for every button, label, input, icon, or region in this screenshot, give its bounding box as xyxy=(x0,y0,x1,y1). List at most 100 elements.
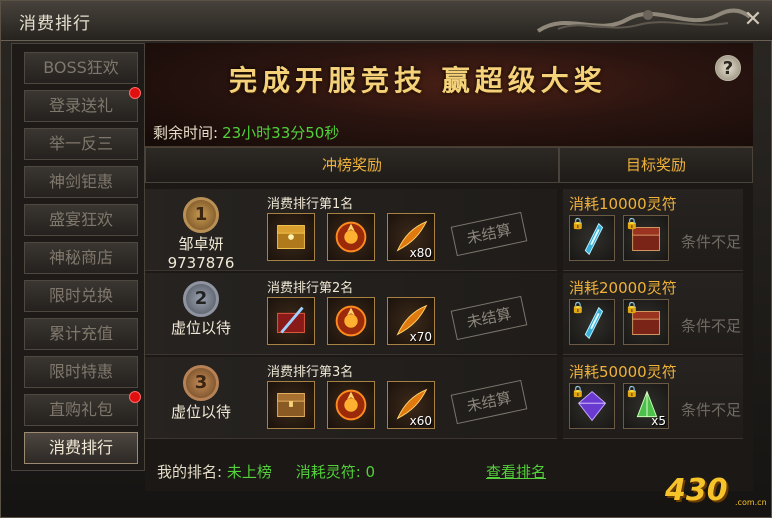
my-rank-label: 我的排名: xyxy=(157,463,223,481)
reward-slot[interactable] xyxy=(267,297,315,345)
banner-title: 完成开服竞技 赢超级大奖 xyxy=(229,64,607,97)
spent-label: 消耗灵符: xyxy=(295,463,361,481)
unsettled-stamp: 未结算 xyxy=(450,211,528,257)
player-name: 虚位以待 xyxy=(155,403,247,422)
sidebar-item[interactable]: BOSS狂欢 xyxy=(24,52,138,84)
target-reward-slot[interactable]: 🔒 xyxy=(623,215,669,261)
sidebar-item-label: BOSS狂欢 xyxy=(43,58,119,77)
lock-icon: 🔒 xyxy=(571,301,585,314)
sidebar-item-label: 限时兑换 xyxy=(48,286,113,305)
player-name: 邹卓妍 9737876 xyxy=(155,235,247,273)
target-reward-slot[interactable]: 🔒 xyxy=(569,383,615,429)
sidebar-item[interactable]: 限时兑换 xyxy=(24,280,138,312)
unsettled-stamp: 未结算 xyxy=(450,379,528,425)
sidebar-item-label: 盛宴狂欢 xyxy=(48,210,113,229)
target-row: 消耗20000灵符 🔒 🔒 条件不足 xyxy=(563,273,743,355)
unsettled-stamp: 未结算 xyxy=(450,295,528,341)
condition-status: 条件不足 xyxy=(681,401,742,419)
lock-icon: 🔒 xyxy=(625,385,639,398)
sidebar-item-label: 限时特惠 xyxy=(48,362,113,381)
rank-medal-icon: 3 xyxy=(183,365,219,401)
target-title: 消耗10000灵符 xyxy=(569,195,677,213)
rank-row: 2 虚位以待 消费排行第2名 x70 未结算 xyxy=(145,273,557,355)
rank-rewards-list: 1 邹卓妍 9737876 消费排行第1名 x80 未结算 2 虚位以待 消费排行第2名 x70 未… xyxy=(145,183,559,453)
rank-row: 3 虚位以待 消费排行第3名 x60 未结算 xyxy=(145,357,557,439)
flame-orb-icon xyxy=(328,214,374,260)
countdown: 剩余时间: 23小时33分50秒 xyxy=(153,122,339,143)
countdown-value: 23小时33分50秒 xyxy=(222,124,340,142)
sidebar-item[interactable]: 举一反三 xyxy=(24,128,138,160)
reward-slot[interactable]: x60 xyxy=(387,381,435,429)
player-name-line2: 9737876 xyxy=(167,254,235,272)
reward-slot[interactable]: x80 xyxy=(387,213,435,261)
sidebar-item[interactable]: 限时特惠 xyxy=(24,356,138,388)
target-reward-slot[interactable]: 🔒 xyxy=(569,299,615,345)
lock-icon: 🔒 xyxy=(625,217,639,230)
help-button[interactable]: ? xyxy=(715,55,741,81)
rank-place-label: 消费排行第1名 xyxy=(267,197,354,212)
reward-slot[interactable] xyxy=(267,381,315,429)
player-name: 虚位以待 xyxy=(155,319,247,338)
condition-status: 条件不足 xyxy=(681,233,742,251)
target-title: 消耗50000灵符 xyxy=(569,363,677,381)
main-panel: 完成开服竞技 赢超级大奖 ? 剩余时间: 23小时33分50秒 冲榜奖励 目标奖励… xyxy=(145,43,753,491)
player-name-line1: 邹卓妍 xyxy=(178,235,224,253)
dragon-ornament-icon xyxy=(536,8,752,33)
item-count: x70 xyxy=(409,330,432,344)
reward-slot[interactable] xyxy=(267,213,315,261)
reward-slot[interactable] xyxy=(327,381,375,429)
site-logo-sub: .com.cn xyxy=(735,498,767,507)
target-reward-slot[interactable]: 🔒 xyxy=(623,299,669,345)
sidebar-item-label: 举一反三 xyxy=(48,134,113,153)
sidebar-item[interactable]: 盛宴狂欢 xyxy=(24,204,138,236)
window-title: 消费排行 xyxy=(19,14,91,34)
notification-dot-icon xyxy=(129,87,141,99)
target-row: 消耗50000灵符 🔒 🔒 x5 条件不足 xyxy=(563,357,743,439)
sidebar-item[interactable]: 神剑钜惠 xyxy=(24,166,138,198)
event-banner: 完成开服竞技 赢超级大奖 ? 剩余时间: 23小时33分50秒 xyxy=(145,43,753,147)
target-title: 消耗20000灵符 xyxy=(569,279,677,297)
sidebar-item-label: 消费排行 xyxy=(48,438,113,457)
target-rewards-list: 消耗10000灵符 🔒 🔒 条件不足 消耗20000灵符 🔒 🔒 条件不足 消耗50000灵符 🔒… xyxy=(563,183,745,453)
player-name-line1: 虚位以待 xyxy=(170,403,231,421)
sidebar-item-label: 神秘商店 xyxy=(48,248,113,267)
item-count: x5 xyxy=(651,414,666,428)
reward-slot[interactable]: x70 xyxy=(387,297,435,345)
close-button[interactable]: ✕ xyxy=(739,7,767,35)
item-count: x60 xyxy=(409,414,432,428)
sidebar-item[interactable]: 直购礼包 xyxy=(24,391,141,426)
event-window: 消费排行 ✕ BOSS狂欢登录送礼举一反三神剑钜惠盛宴狂欢神秘商店限时兑换累计充… xyxy=(0,0,772,518)
target-row: 消耗10000灵符 🔒 🔒 条件不足 xyxy=(563,189,743,271)
rank-rewards-header: 冲榜奖励 xyxy=(145,147,559,183)
rank-row: 1 邹卓妍 9737876 消费排行第1名 x80 未结算 xyxy=(145,189,557,273)
view-ranking-link[interactable]: 查看排名 xyxy=(486,461,546,482)
my-rank-footer: 我的排名: 未上榜 消耗灵符: 0 xyxy=(157,461,375,482)
sidebar-item[interactable]: 消费排行 xyxy=(24,432,138,464)
sidebar: BOSS狂欢登录送礼举一反三神剑钜惠盛宴狂欢神秘商店限时兑换累计充值限时特惠直购… xyxy=(11,43,145,471)
sidebar-item[interactable]: 神秘商店 xyxy=(24,242,138,274)
gold-chest-icon xyxy=(268,214,314,260)
rank-medal-icon: 1 xyxy=(183,197,219,233)
site-logo: 430 xyxy=(665,473,728,508)
lock-icon: 🔒 xyxy=(571,385,585,398)
reward-slot[interactable] xyxy=(327,213,375,261)
lock-icon: 🔒 xyxy=(571,217,585,230)
target-rewards-header: 目标奖励 xyxy=(559,147,753,183)
sidebar-item[interactable]: 累计充值 xyxy=(24,318,138,350)
rank-place-label: 消费排行第2名 xyxy=(267,281,354,296)
spent-value: 0 xyxy=(365,463,376,481)
target-reward-slot[interactable]: 🔒 xyxy=(569,215,615,261)
item-count: x80 xyxy=(409,246,432,260)
countdown-label: 剩余时间: xyxy=(153,124,219,142)
player-name-line1: 虚位以待 xyxy=(170,319,231,337)
notification-dot-icon xyxy=(129,391,141,403)
red-sword-chest-icon xyxy=(268,298,314,344)
sidebar-item[interactable]: 登录送礼 xyxy=(24,87,141,122)
title-bar: 消费排行 ✕ xyxy=(1,1,772,41)
sidebar-item-label: 神剑钜惠 xyxy=(48,172,113,191)
flame-orb-icon xyxy=(328,298,374,344)
sidebar-item-label: 累计充值 xyxy=(48,324,113,343)
reward-slot[interactable] xyxy=(327,297,375,345)
wood-chest-icon xyxy=(268,382,314,428)
target-reward-slot[interactable]: 🔒 x5 xyxy=(623,383,669,429)
